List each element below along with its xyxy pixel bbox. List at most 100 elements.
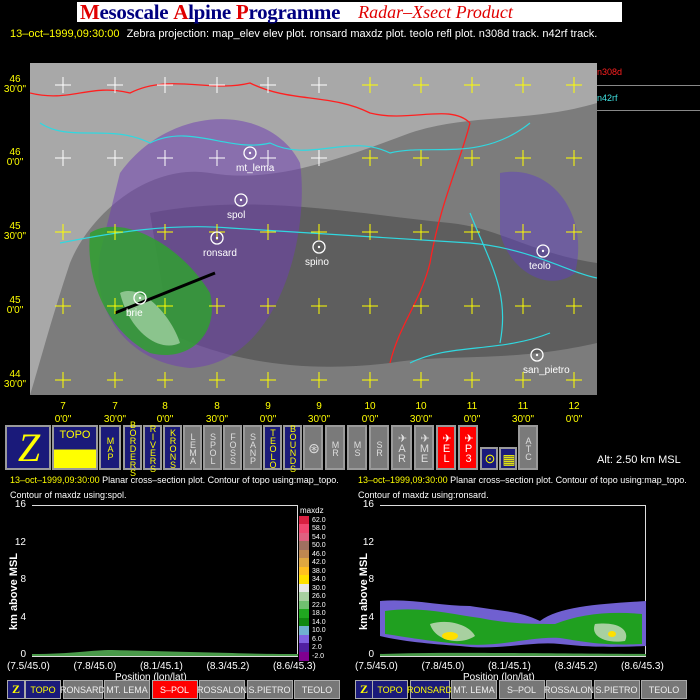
right-zebra-button[interactable]: Z [355,680,373,699]
rivers-button[interactable]: RIVERS [143,424,162,472]
echo-peak [442,632,458,640]
mr-button[interactable]: MR [325,425,345,470]
grid-cross [107,372,123,388]
y-tick: 8 [20,574,26,585]
header-description: Zebra projection: map_elev elev plot. ro… [126,28,598,40]
lon-label: 12 0'0" [565,401,583,425]
p3-aircraft-button[interactable]: ✈ P3 [458,425,478,470]
colorbar: 62.0 58.0 54.0 50.0 46.0 42.0 38.0 34.0 30.0 26.0… [299,515,326,661]
atc-button[interactable]: ATC [518,425,538,470]
bottom_left-button-0[interactable]: TOPO [25,680,61,699]
teolo-button[interactable]: TEOLO [263,425,282,470]
zebra-logo-button[interactable]: Z [5,425,51,470]
track-label-n42rf: n42rf [597,93,618,103]
bottom_right-button-0[interactable]: TOPO [372,680,408,699]
bottom_left-button-6[interactable]: TEOLO [294,680,340,699]
svg-text:ronsard: ronsard [203,248,237,259]
left-caption: 13–oct–1999,09:30:00 Planar cross–sectio… [10,475,339,485]
colorbar-level: 42.0 [299,558,326,568]
colorbar-level: 14.0 [299,617,326,627]
borders-button[interactable]: BORDERS [123,420,142,476]
bottom_left-button-3[interactable]: S–POL [151,680,198,699]
lon-label: 8 0'0" [156,401,174,425]
y-tick: 16 [362,499,374,510]
aircraft-icon: ✈ [418,432,431,443]
map-svg: mt_lemaspol ronsard spino teolo brie san_piet… [30,63,597,395]
krons-button[interactable]: KRONS [163,425,182,470]
map-view[interactable]: mt_lema spol ronsard spino teolo brie san_piet… [30,63,597,395]
y-tick: 0 [20,649,26,660]
x-tick: (8.3/45.2) [554,661,598,672]
colorbar-level: 46.0 [299,549,326,559]
left-zebra-button[interactable]: Z [7,680,25,699]
y-tick: 0 [368,649,374,660]
colorbar-level: 22.0 [299,600,326,610]
x-tick: (7.5/45.0) [7,661,50,672]
el-aircraft-button[interactable]: ✈ EL [436,425,456,470]
colorbar-level: 38.0 [299,566,326,576]
bottom_left-button-2[interactable]: MT. LEMA [104,680,150,699]
lon-label: 11 0'0" [463,401,481,425]
right-caption-2: Contour of maxdz using:ronsard. [358,490,489,500]
lon-label: 10 0'0" [361,401,379,425]
me-aircraft-button[interactable]: ✈ ME [414,425,434,470]
colorbar-level: 30.0 [299,583,326,593]
lat-label: 45 30'0" [3,221,27,242]
aircraft-icon: ✈ [440,432,453,443]
echo-peak [608,631,616,637]
grid-cross [311,372,327,388]
x-tick: (7.5/45.0) [355,661,398,672]
y-tick: 4 [368,611,374,623]
bottom_right-button-2[interactable]: MT. LEMA [451,680,497,699]
colorbar-level: 18.0 [299,609,326,619]
bottom_right-button-4[interactable]: ROSSALON [544,680,594,699]
altitude-readout: Alt: 2.50 km MSL [597,454,681,466]
bottom_right-button-6[interactable]: TEOLO [641,680,687,699]
left-xsect-plot[interactable] [32,505,298,657]
right-xsect-svg [380,600,646,657]
bottom_left-button-1[interactable]: RONSARD [60,680,105,699]
lema-button[interactable]: LEMA [183,425,202,470]
grid-cross [413,372,429,388]
x-tick: (8.6/45.3) [621,661,664,672]
rings-button[interactable]: ⊛ [303,425,323,470]
bottom_left-button-5[interactable]: S.PIETRO [246,680,293,699]
left-xsect-svg [32,650,298,657]
lat-label: 44 30'0" [3,369,27,390]
lon-label: 10 30'0" [409,401,433,425]
ms-button[interactable]: MS [347,425,367,470]
grid-cross [566,150,582,166]
colorbar-level: 54.0 [299,532,326,542]
foss-button[interactable]: FOSS [223,425,242,470]
colorbar-level: 58.0 [299,524,326,534]
grid-cross [362,150,378,166]
bottom_right-button-3[interactable]: S–POL [498,680,545,699]
colorbar-level: 50.0 [299,541,326,551]
bounds-button[interactable]: BOUNDS [283,424,302,472]
rings-icon: ⊛ [308,439,320,456]
track-label-n308d: n308d [597,67,623,77]
lon-label: 9 0'0" [259,401,277,425]
sanp-button[interactable]: SANP [243,425,262,470]
ar-aircraft-button[interactable]: ✈ AR [391,425,412,470]
bottom_left-button-4[interactable]: ROSSALON [197,680,247,699]
right-xsect-plot[interactable] [380,505,646,657]
spol-button[interactable]: SPOL [203,425,222,470]
grid-cross [55,372,71,388]
banner-title: Mesoscale Alpine Programme [80,0,341,24]
grid-cross [413,150,429,166]
bottom_right-button-5[interactable]: S.PIETRO [593,680,640,699]
center-button[interactable]: ⊙ [480,447,498,470]
sr-button[interactable]: SR [369,425,389,470]
topo-button[interactable]: TOPO [52,425,98,470]
colorbar-title: maxdz [300,506,324,515]
grid-button[interactable]: ▦ [499,447,517,470]
colorbar-level: 26.0 [299,592,326,602]
grid-icon: ▦ [502,450,515,467]
map-button[interactable]: MAP [99,425,121,470]
colorbar-level: 2.0 [299,643,326,653]
colorbar-level: -2.0 [299,651,326,661]
bottom_right-button-1[interactable]: RONSARD [407,680,452,699]
grid-cross [464,150,480,166]
x-tick: (8.1/45.1) [488,661,531,672]
